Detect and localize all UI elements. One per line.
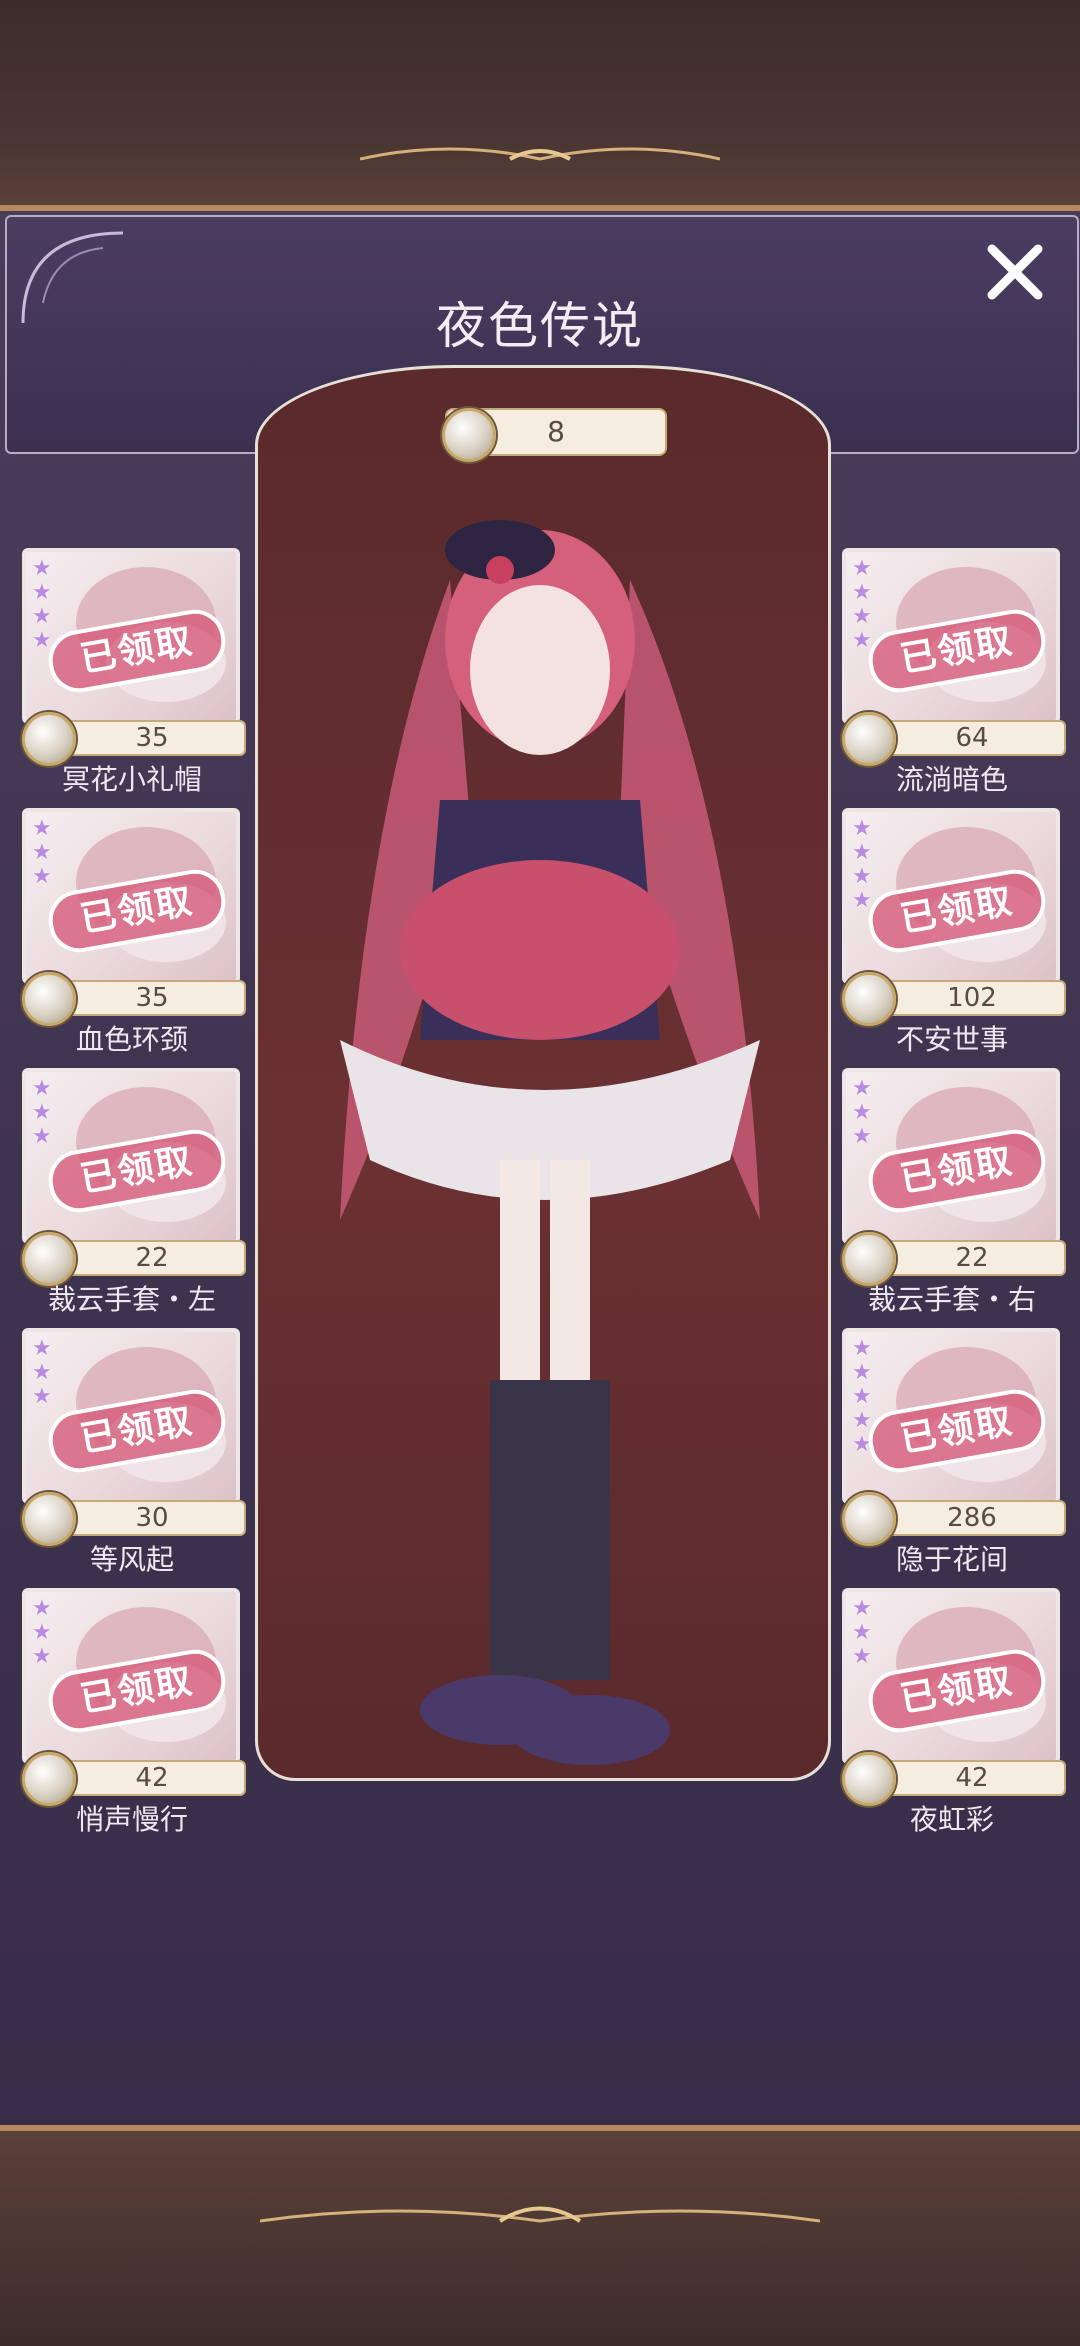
- item-thumbnail: ★ ★ ★ 已领取: [22, 808, 240, 984]
- star-icon: ★: [852, 1336, 872, 1361]
- item-thumbnail: ★ ★ ★ ★ 已领取: [842, 808, 1060, 984]
- top-frame: [0, 0, 1080, 211]
- rarity-stars: ★ ★ ★ ★: [32, 558, 52, 652]
- rarity-stars: ★ ★ ★: [852, 1598, 872, 1668]
- star-icon: ★: [32, 1596, 52, 1621]
- star-icon: ★: [852, 604, 872, 629]
- item-price: 35: [58, 980, 246, 1016]
- star-icon: ★: [852, 888, 872, 913]
- star-icon: ★: [852, 816, 872, 841]
- item-price: 22: [878, 1240, 1066, 1276]
- star-icon: ★: [852, 840, 872, 865]
- item-thumbnail: ★ ★ ★ 已领取: [22, 1068, 240, 1244]
- star-icon: ★: [852, 1076, 872, 1101]
- star-icon: ★: [852, 556, 872, 581]
- item-price: 42: [878, 1760, 1066, 1796]
- item-name: 等风起: [89, 1543, 174, 1576]
- bottom-frame: [0, 2125, 1080, 2346]
- rarity-stars: ★ ★ ★ ★: [852, 558, 872, 652]
- star-icon: ★: [32, 1076, 52, 1101]
- rarity-stars: ★ ★ ★: [32, 1338, 52, 1408]
- star-icon: ★: [32, 1360, 52, 1385]
- item-card[interactable]: ★ ★ ★ 已领取 22 裁云手套・左: [22, 1068, 246, 1318]
- item-name: 裁云手套・左: [47, 1283, 216, 1316]
- item-name: 不安世事: [895, 1023, 1008, 1056]
- item-thumbnail: ★ ★ ★ 已领取: [22, 1328, 240, 1504]
- star-icon: ★: [32, 1100, 52, 1125]
- star-icon: ★: [852, 1384, 872, 1409]
- item-name: 裁云手套・右: [867, 1283, 1036, 1316]
- item-name: 血色环颈: [75, 1023, 188, 1056]
- close-button[interactable]: [975, 232, 1055, 312]
- star-icon: ★: [32, 864, 52, 889]
- star-icon: ★: [852, 1644, 872, 1669]
- item-card[interactable]: ★ ★ ★ ★ ★ 已领取 286 隐于花间: [842, 1328, 1066, 1578]
- star-icon: ★: [852, 1408, 872, 1433]
- item-price: 22: [58, 1240, 246, 1276]
- star-icon: ★: [852, 1124, 872, 1149]
- star-icon: ★: [32, 580, 52, 605]
- item-price: 64: [878, 720, 1066, 756]
- rarity-stars: ★ ★ ★: [32, 1598, 52, 1668]
- rarity-stars: ★ ★ ★ ★: [852, 818, 872, 912]
- item-thumbnail: ★ ★ ★ ★ 已领取: [842, 548, 1060, 724]
- item-name: 悄声慢行: [75, 1803, 188, 1836]
- item-price: 102: [878, 980, 1066, 1016]
- item-price: 30: [58, 1500, 246, 1536]
- close-icon: [987, 244, 1043, 300]
- item-price: 35: [58, 720, 246, 756]
- star-icon: ★: [32, 840, 52, 865]
- star-icon: ★: [32, 1124, 52, 1149]
- item-card[interactable]: ★ ★ ★ 已领取 35 血色环颈: [22, 808, 246, 1058]
- star-icon: ★: [32, 628, 52, 653]
- item-name: 夜虹彩: [909, 1803, 994, 1836]
- item-name: 冥花小礼帽: [61, 763, 202, 796]
- page-title: 夜色传说: [436, 297, 644, 355]
- coin-icon: [442, 408, 496, 462]
- rarity-stars: ★ ★ ★: [852, 1078, 872, 1148]
- item-name: 流淌暗色: [895, 763, 1008, 796]
- item-card[interactable]: ★ ★ ★ ★ 已领取 35 冥花小礼帽: [22, 548, 246, 798]
- star-icon: ★: [32, 1336, 52, 1361]
- star-icon: ★: [852, 1596, 872, 1621]
- star-icon: ★: [32, 816, 52, 841]
- item-card[interactable]: ★ ★ ★ ★ 已领取 102 不安世事: [842, 808, 1066, 1058]
- star-icon: ★: [32, 1384, 52, 1409]
- item-card[interactable]: ★ ★ ★ 已领取 22 裁云手套・右: [842, 1068, 1066, 1318]
- star-icon: ★: [32, 1620, 52, 1645]
- star-icon: ★: [852, 1620, 872, 1645]
- star-icon: ★: [852, 1100, 872, 1125]
- star-icon: ★: [852, 1360, 872, 1385]
- character-figure: [340, 520, 760, 1765]
- item-thumbnail: ★ ★ ★ 已领取: [842, 1068, 1060, 1244]
- item-card[interactable]: ★ ★ ★ 已领取 30 等风起: [22, 1328, 246, 1578]
- item-card[interactable]: ★ ★ ★ ★ 已领取 64 流淌暗色: [842, 548, 1066, 798]
- item-thumbnail: ★ ★ ★ ★ ★ 已领取: [842, 1328, 1060, 1504]
- item-name: 隐于花间: [895, 1543, 1008, 1576]
- star-icon: ★: [852, 864, 872, 889]
- top-flourish-ornament: [360, 147, 720, 161]
- star-icon: ★: [32, 1644, 52, 1669]
- item-price: 42: [58, 1760, 246, 1796]
- star-icon: ★: [852, 580, 872, 605]
- bottom-flourish-ornament: [260, 2206, 820, 2223]
- item-card[interactable]: ★ ★ ★ 已领取 42 悄声慢行: [22, 1588, 246, 1838]
- item-card[interactable]: ★ ★ ★ 已领取 42 夜虹彩: [842, 1588, 1066, 1838]
- item-thumbnail: ★ ★ ★ 已领取: [842, 1588, 1060, 1764]
- star-icon: ★: [32, 604, 52, 629]
- item-thumbnail: ★ ★ ★ ★ 已领取: [22, 548, 240, 724]
- item-price: 286: [878, 1500, 1066, 1536]
- rarity-stars: ★ ★ ★: [32, 818, 52, 888]
- item-thumbnail: ★ ★ ★ 已领取: [22, 1588, 240, 1764]
- total-coin-value: 8: [547, 415, 565, 448]
- rarity-stars: ★ ★ ★: [32, 1078, 52, 1148]
- star-icon: ★: [32, 556, 52, 581]
- star-icon: ★: [852, 628, 872, 653]
